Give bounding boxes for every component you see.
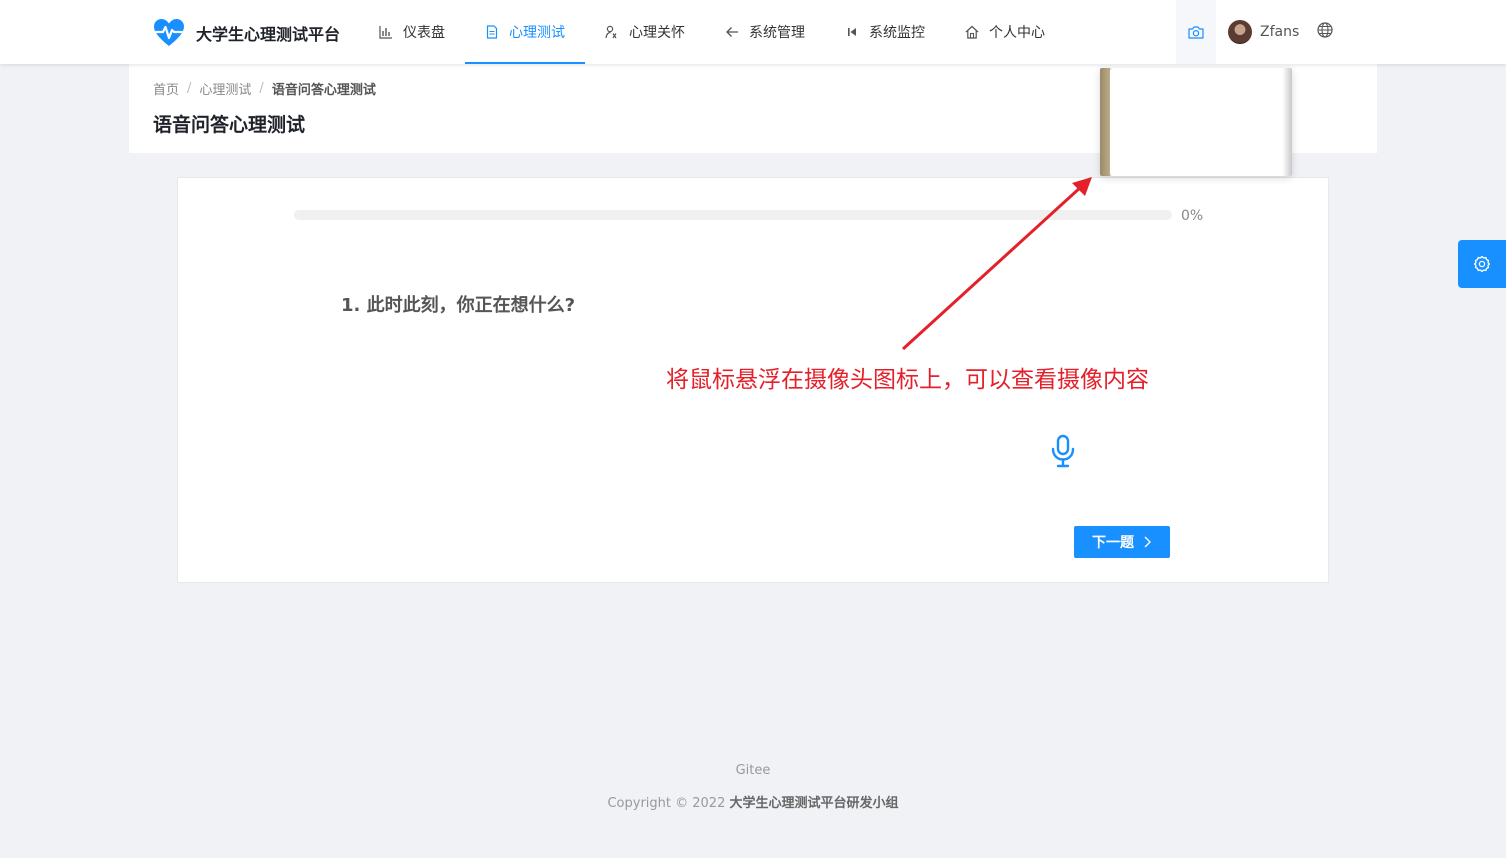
care-icon [605, 25, 619, 39]
user-menu[interactable]: Zfans [1228, 20, 1299, 44]
breadcrumb: 首页 / 心理测试 / 语音问答心理测试 [153, 79, 376, 98]
nav-item-label: 系统管理 [749, 25, 805, 41]
nav-item-system-monitor[interactable]: 系统监控 [825, 0, 945, 64]
nav-item-label: 心理测试 [509, 25, 565, 41]
footer-copyright: Copyright © 2022 大学生心理测试平台研发小组 [0, 792, 1506, 811]
heartbeat-logo-icon [154, 19, 184, 46]
breadcrumb-separator: / [259, 81, 264, 96]
chevron-right-icon [1144, 536, 1151, 548]
breadcrumb-separator: / [187, 81, 192, 96]
camera-button[interactable] [1176, 0, 1216, 64]
nav-item-label: 心理关怀 [629, 25, 685, 41]
home-icon [965, 25, 979, 39]
top-header: 大学生心理测试平台 仪表盘 心理测试 心理关怀 系统管理 系统监控 个人中心 Z… [0, 0, 1506, 64]
nav-item-personal-center[interactable]: 个人中心 [945, 0, 1065, 64]
camera-preview-screen [1110, 70, 1282, 174]
breadcrumb-section[interactable]: 心理测试 [199, 79, 251, 98]
camera-icon [1188, 26, 1204, 39]
main-nav: 仪表盘 心理测试 心理关怀 系统管理 系统监控 个人中心 [359, 0, 1065, 64]
document-icon [485, 25, 499, 39]
nav-item-label: 仪表盘 [403, 25, 445, 41]
nav-item-label: 个人中心 [989, 25, 1045, 41]
copyright-prefix: Copyright © 2022 [607, 796, 730, 811]
breadcrumb-home[interactable]: 首页 [153, 79, 179, 98]
nav-item-psych-care[interactable]: 心理关怀 [585, 0, 705, 64]
app-title: 大学生心理测试平台 [196, 25, 341, 44]
nav-item-dashboard[interactable]: 仪表盘 [359, 0, 465, 64]
gear-icon [1473, 255, 1491, 273]
question-text: 1. 此时此刻，你正在想什么? [341, 295, 576, 316]
globe-icon[interactable] [1317, 22, 1333, 38]
camera-preview-popup [1100, 68, 1292, 176]
next-question-button[interactable]: 下一题 [1074, 526, 1170, 558]
nav-item-system-admin[interactable]: 系统管理 [705, 0, 825, 64]
breadcrumb-current: 语音问答心理测试 [271, 83, 376, 98]
progress-bar [294, 210, 1172, 220]
page-title: 语音问答心理测试 [153, 114, 306, 136]
username: Zfans [1260, 24, 1300, 40]
microphone-icon[interactable] [1048, 434, 1078, 468]
nav-item-label: 系统监控 [869, 25, 925, 41]
skip-back-icon [845, 25, 859, 39]
progress-text: 0% [1181, 208, 1204, 224]
annotation-text: 将鼠标悬浮在摄像头图标上，可以查看摄像内容 [666, 367, 1149, 393]
copyright-org: 大学生心理测试平台研发小组 [729, 796, 899, 811]
settings-button[interactable] [1458, 240, 1506, 288]
app-logo[interactable]: 大学生心理测试平台 [153, 17, 340, 49]
arrow-left-icon [725, 25, 739, 39]
bar-chart-icon [379, 25, 393, 39]
avatar [1228, 20, 1252, 44]
next-question-label: 下一题 [1092, 535, 1134, 551]
footer-link-gitee[interactable]: Gitee [0, 763, 1506, 778]
nav-item-psych-test[interactable]: 心理测试 [465, 0, 585, 64]
